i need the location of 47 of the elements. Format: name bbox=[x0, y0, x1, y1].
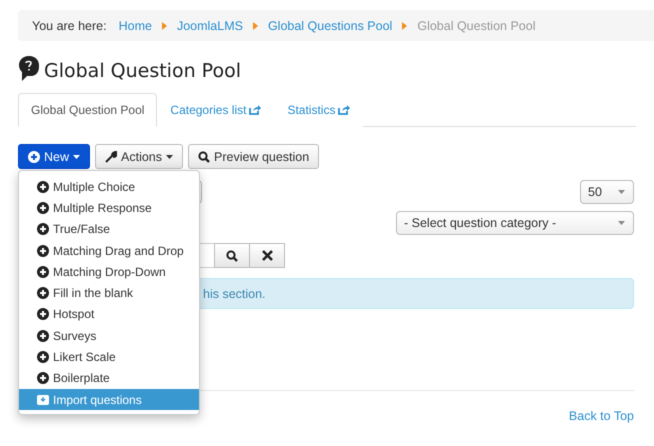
plus-circle-icon bbox=[37, 308, 49, 320]
caret-icon bbox=[402, 22, 408, 30]
actions-button[interactable]: Actions bbox=[95, 144, 184, 169]
new-button[interactable]: New bbox=[18, 144, 90, 169]
plus-circle-icon bbox=[37, 287, 49, 300]
page-title: Global Question Pool bbox=[44, 59, 241, 83]
breadcrumb-current-page: Global Question Pool bbox=[417, 18, 536, 32]
plus-circle-icon bbox=[37, 202, 49, 214]
wrench-icon bbox=[105, 150, 118, 162]
caret-icon bbox=[73, 154, 80, 158]
clear-button[interactable] bbox=[249, 243, 285, 268]
menu-item[interactable]: Fill in the blank bbox=[19, 282, 199, 304]
plus-circle-icon bbox=[37, 180, 49, 193]
tab[interactable]: Global Question Pool bbox=[18, 93, 158, 127]
alert-message: his section. bbox=[203, 286, 266, 300]
menu-item[interactable]: Multiple Choice bbox=[19, 176, 199, 198]
caret-icon bbox=[618, 190, 625, 194]
caret-icon bbox=[252, 22, 258, 30]
menu-item[interactable]: Likert Scale bbox=[19, 346, 199, 368]
plus-circle-icon bbox=[37, 372, 49, 384]
caret-icon bbox=[166, 154, 174, 158]
menu-item[interactable]: True/False bbox=[19, 218, 199, 240]
import-icon bbox=[37, 394, 49, 406]
category-select[interactable]: - Select question category - bbox=[396, 211, 634, 235]
plus-circle-icon bbox=[37, 330, 49, 342]
page-size-select[interactable]: 50 bbox=[580, 180, 634, 204]
search-button[interactable] bbox=[214, 243, 250, 268]
menu-item[interactable]: Surveys bbox=[19, 325, 199, 346]
menu-item[interactable]: Matching Drop-Down bbox=[19, 261, 199, 282]
back-to-top-link[interactable]: Back to Top bbox=[568, 409, 634, 423]
menu-item[interactable]: Matching Drag and Drop bbox=[19, 240, 199, 262]
menu-item[interactable]: Hotspot bbox=[19, 304, 199, 326]
plus-circle-icon bbox=[37, 351, 49, 364]
head-question-icon bbox=[18, 55, 40, 83]
plus-circle-icon bbox=[37, 223, 49, 236]
caret-icon bbox=[162, 22, 167, 30]
caret-icon bbox=[618, 221, 625, 225]
preview-button[interactable]: Preview question bbox=[188, 144, 320, 169]
menu-item[interactable]: Multiple Response bbox=[19, 197, 199, 219]
search-icon bbox=[226, 250, 238, 262]
plus-circle-icon bbox=[37, 266, 49, 278]
menu-item[interactable]: Boilerplate bbox=[19, 368, 199, 389]
plus-circle-icon bbox=[37, 244, 49, 257]
close-icon bbox=[262, 250, 272, 261]
search-icon bbox=[198, 150, 210, 162]
breadcrumb-label: You are here: bbox=[32, 18, 107, 32]
plus-circle-icon bbox=[28, 150, 40, 162]
